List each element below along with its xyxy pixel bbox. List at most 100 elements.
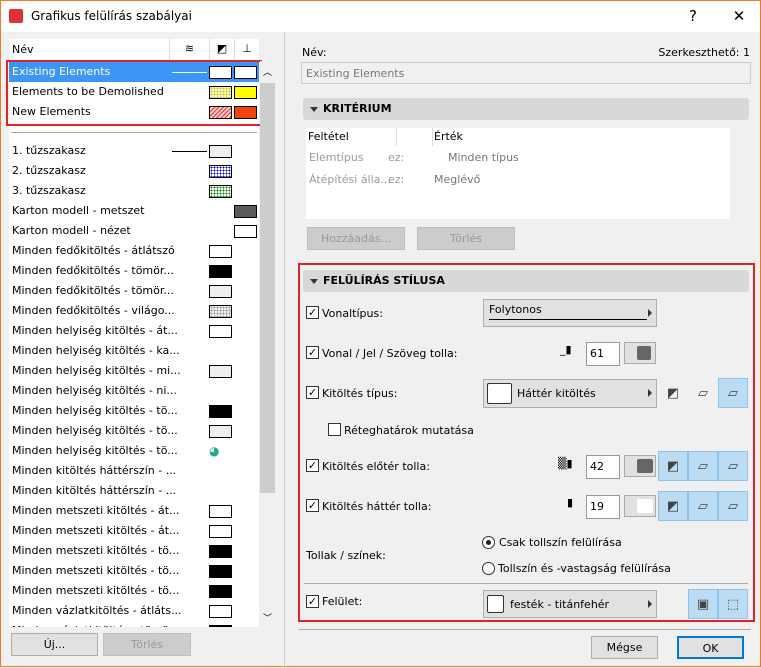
list-item-label: Minden helyiség kitöltés - ni... [12, 384, 177, 397]
bg-drafting-fill-toggle-icon[interactable]: ▱ [718, 491, 748, 521]
fg-cut-fill-toggle-icon[interactable]: ◩ [658, 451, 688, 481]
radio-color-weight[interactable] [482, 562, 495, 575]
list-item[interactable]: Minden fedőkitöltés - tömör... [9, 261, 259, 281]
pen-number-input[interactable]: 61 [586, 342, 620, 366]
pens-colors-label: Tollak / színek: [306, 549, 386, 562]
list-item[interactable]: Minden metszeti kitöltés - tö... [9, 561, 259, 581]
list-item[interactable]: 1. tűzszakasz [9, 141, 259, 161]
fg-drafting-fill-toggle-icon[interactable]: ▱ [718, 451, 748, 481]
criteria-section-header[interactable]: KRITÉRIUM [303, 98, 749, 120]
bg-pen-checkbox[interactable]: ✓ [306, 499, 319, 512]
fg-pen-checkbox[interactable]: ✓ [306, 459, 319, 472]
new-button[interactable]: Új... [11, 633, 98, 656]
arrow-right-icon [648, 389, 652, 397]
list-item[interactable]: 3. tűzszakasz [9, 181, 259, 201]
fill-swatch [209, 585, 232, 598]
pen-label: Vonal / Jel / Szöveg tolla: [322, 347, 458, 360]
list-item[interactable]: Minden helyiség kitöltés - ni... [9, 381, 259, 401]
list-item[interactable]: Minden helyiség kitöltés - ka... [9, 341, 259, 361]
surface-checkbox[interactable]: ✓ [306, 595, 319, 608]
list-item[interactable]: Minden helyiség kitöltés - tö... [9, 421, 259, 441]
scroll-thumb[interactable] [260, 83, 275, 493]
list-item[interactable]: Minden kitöltés háttérszín - ... [9, 481, 259, 501]
condition-column: Feltétel [308, 130, 349, 143]
list-item[interactable]: Minden metszeti kitöltés - át... [9, 501, 259, 521]
delete-rule-button[interactable]: Törlés [103, 633, 191, 656]
drafting-fill-toggle-icon[interactable]: ▱ [718, 378, 748, 408]
delete-criterion-button[interactable]: Törlés [417, 227, 515, 250]
list-item[interactable]: Minden kitöltés háttérszín - ... [9, 461, 259, 481]
list-item[interactable]: Karton modell - metszet [9, 201, 259, 221]
list-item[interactable]: Karton modell - nézet [9, 221, 259, 241]
list-item[interactable]: Minden fedőkitöltés - világo... [9, 301, 259, 321]
cover-fill-toggle-icon[interactable]: ▱ [688, 379, 718, 409]
list-item[interactable]: Minden helyiség kitöltés - mi... [9, 361, 259, 381]
cut-fill-toggle-icon[interactable]: ◩ [658, 379, 688, 409]
fill-swatch [209, 365, 232, 378]
add-criterion-button[interactable]: Hozzáadás... [307, 227, 405, 250]
criteria-value[interactable]: Meglévő [434, 173, 480, 186]
fill-icon[interactable]: ◩ [209, 39, 234, 61]
layer-bounds-checkbox[interactable] [328, 423, 341, 436]
criteria-value[interactable]: Minden típus [448, 151, 519, 164]
pen-checkbox[interactable]: ✓ [306, 346, 319, 359]
splitter[interactable] [284, 32, 285, 668]
list-item-label: Minden metszeti kitöltés - tö... [12, 584, 180, 597]
list-item-label: Minden helyiség kitöltés - mi... [12, 364, 181, 377]
surface-brush-icon[interactable]: ⊥ [234, 39, 259, 61]
surface-section-toggle-icon[interactable]: ⬚ [718, 589, 748, 619]
criteria-table[interactable]: Elemtípus ez: Minden típus Átépítési áll… [306, 146, 730, 219]
name-column-header[interactable]: Név [12, 43, 34, 56]
override-style-section-header[interactable]: FELÜLÍRÁS STÍLUSA [303, 270, 749, 292]
divider [304, 583, 748, 584]
list-item[interactable]: Minden metszeti kitöltés - át... [9, 521, 259, 541]
close-button[interactable]: ✕ [727, 5, 751, 27]
cancel-button[interactable]: Mégse [591, 636, 658, 659]
scroll-up-icon[interactable]: ︿ [263, 65, 272, 78]
name-input[interactable]: Existing Elements [301, 62, 751, 84]
bg-cut-fill-toggle-icon[interactable]: ◩ [658, 491, 688, 521]
radio-color-only[interactable] [482, 536, 495, 549]
surface-dropdown[interactable]: festék - titánfehér [483, 590, 657, 618]
ok-button[interactable]: OK [677, 636, 744, 659]
list-item[interactable]: Minden metszeti kitöltés - tö... [9, 581, 259, 601]
list-item[interactable]: Minden vázlatkitöltés - átláts... [9, 601, 259, 621]
list-item-label: Minden fedőkitöltés - tömör... [12, 264, 174, 277]
list-item-label: Minden fedőkitöltés - átlátszó [12, 244, 175, 257]
list-item[interactable]: Minden fedőkitöltés - tömör... [9, 281, 259, 301]
bg-pen-color-button[interactable] [624, 495, 656, 517]
surface-model-toggle-icon[interactable]: ▣ [688, 589, 718, 619]
bg-pen-number-input[interactable]: 19 [586, 495, 620, 519]
scroll-down-icon[interactable]: ﹀ [263, 611, 272, 624]
filltype-label: Kitöltés típus: [322, 387, 398, 400]
surface-swatch [234, 225, 257, 238]
list-item[interactable]: 2. tűzszakasz [9, 161, 259, 181]
filltype-checkbox[interactable]: ✓ [306, 386, 319, 399]
list-scrollbar[interactable]: ︿ ﹀ [260, 61, 275, 627]
filltype-value: Háttér kitöltés [517, 387, 596, 400]
line-type-icon[interactable]: ≋ [169, 39, 209, 61]
pen-color-button[interactable] [624, 342, 656, 364]
value-column: Érték [434, 130, 463, 143]
list-item[interactable]: Minden helyiség kitöltés - át... [9, 321, 259, 341]
fill-swatch [209, 605, 232, 618]
rules-list[interactable]: Existing Elements Elements to be Demolish… [9, 61, 259, 627]
bg-cover-fill-toggle-icon[interactable]: ▱ [688, 491, 718, 521]
list-item[interactable]: Minden fedőkitöltés - átlátszó [9, 241, 259, 261]
help-button[interactable]: ? [681, 5, 705, 27]
list-item[interactable]: Minden helyiség kitöltés - tö... [9, 401, 259, 421]
fill-swatch [209, 245, 232, 258]
list-item[interactable]: Minden vázlatkitöltés - tömör... [9, 621, 259, 627]
fg-pen-number-input[interactable]: 42 [586, 455, 620, 479]
fg-pen-label: Kitöltés előtér tolla: [322, 460, 430, 473]
linetype-dropdown[interactable]: Folytonos [483, 299, 657, 327]
fg-cover-fill-toggle-icon[interactable]: ▱ [688, 451, 718, 481]
filltype-dropdown[interactable]: Háttér kitöltés [483, 379, 657, 408]
fg-pen-color-button[interactable] [624, 455, 656, 477]
list-item[interactable]: Minden helyiség kitöltés - tö... ◕ [9, 441, 259, 461]
list-item[interactable]: Minden metszeti kitöltés - tö... [9, 541, 259, 561]
linetype-checkbox[interactable]: ✓ [306, 306, 319, 319]
list-item-label: Karton modell - nézet [12, 224, 131, 237]
layer-bounds-label: Réteghatárok mutatása [344, 424, 474, 437]
fill-swatch [209, 525, 232, 538]
